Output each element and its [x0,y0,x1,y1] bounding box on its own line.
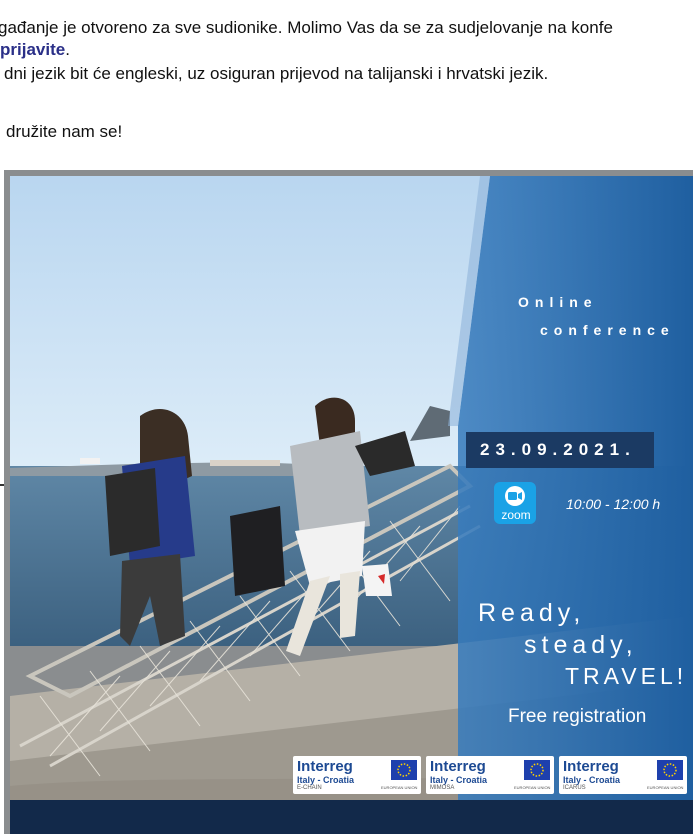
interreg-sub: Italy - Croatia [430,775,488,785]
event-date: 23.09.2021. [480,440,636,459]
online-label: Online [518,294,598,310]
eu-label: EUROPEAN UNION [514,785,551,790]
interreg-sub: Italy - Croatia [563,775,621,785]
project-name: ICARUS [563,785,586,791]
eu-flag-icon [524,760,550,780]
tagline-ready: Ready, [478,599,586,627]
register-suffix: . [65,40,70,59]
project-name: MIMOSA [430,785,455,791]
interreg-logo-echain: Interreg Italy - Croatia E-CHAIN EUROPEA… [293,756,421,794]
project-name: E-CHAIN [297,785,322,791]
interreg-brand: Interreg [563,758,619,775]
intro-line-2: prijavite. [0,38,70,62]
interreg-logo-icarus: Interreg Italy - Croatia ICARUS EUROPEAN… [559,756,687,794]
eu-flag-icon [657,760,683,780]
conference-poster: Online conference 23.09.2021. zoom 10:00… [4,170,693,834]
eu-flag-icon [391,760,417,780]
eu-label: EUROPEAN UNION [647,785,684,790]
tagline-travel: TRAVEL! [565,663,688,689]
zoom-label: zoom [501,508,531,522]
intro-line-4: družite nam se! [6,122,123,141]
interreg-brand: Interreg [430,758,486,775]
intro-line-1: gađanje je otvoreno za sve sudionike. Mo… [0,18,613,37]
interreg-logo-mimosa: Interreg Italy - Croatia MIMOSA EUROPEAN… [426,756,554,794]
eu-label: EUROPEAN UNION [381,785,418,790]
event-time: 10:00 - 12:00 h [566,496,661,512]
conference-label: conference [540,322,675,338]
free-registration-label: Free registration [508,706,647,727]
intro-line-3: dni jezik bit će engleski, uz osiguran p… [4,64,549,83]
interreg-sub: Italy - Croatia [297,775,355,785]
interreg-brand: Interreg [297,758,353,775]
tagline-steady: steady, [524,631,638,659]
poster-bottom-strip [10,800,693,834]
register-link[interactable]: prijavite [0,40,65,59]
